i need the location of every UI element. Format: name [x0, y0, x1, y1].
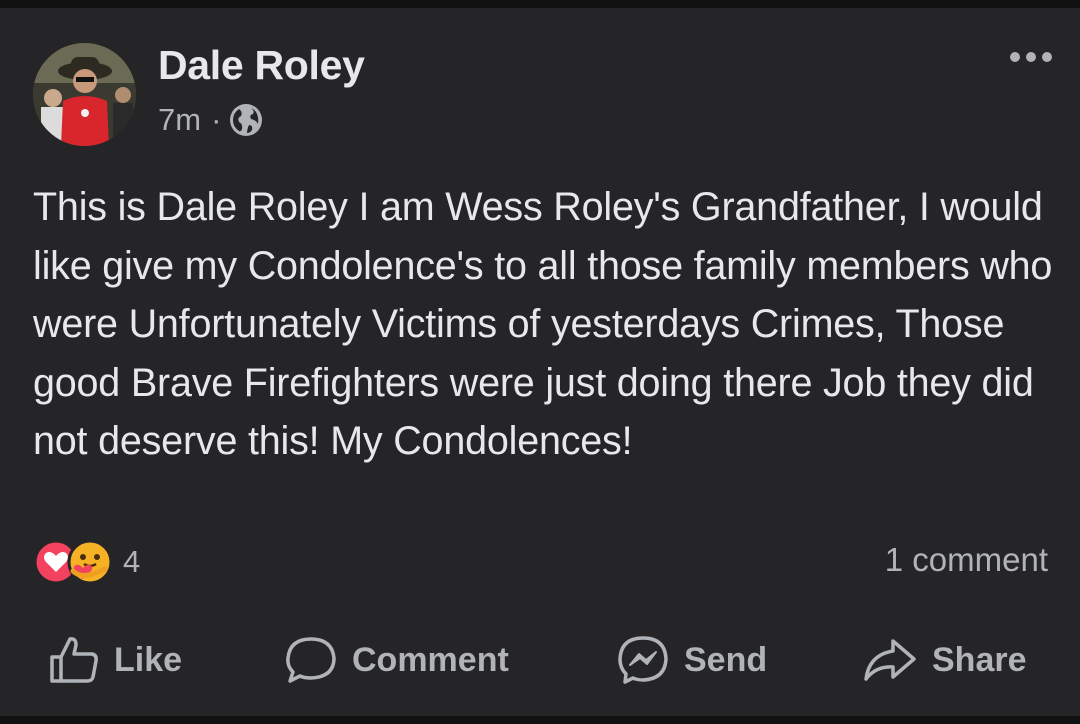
care-reaction-icon	[67, 539, 113, 585]
like-button[interactable]: Like	[48, 630, 182, 690]
reaction-icons	[33, 539, 113, 585]
post-card: Dale Roley 7m · This is Dale Roley I am …	[0, 8, 1080, 716]
reactions-summary[interactable]: 4	[33, 539, 141, 585]
like-label: Like	[114, 640, 183, 679]
more-dot	[1042, 52, 1052, 62]
author-name[interactable]: Dale Roley	[158, 42, 365, 89]
messenger-icon	[618, 636, 668, 684]
send-label: Send	[684, 640, 768, 679]
globe-icon[interactable]	[229, 103, 263, 137]
share-button[interactable]: Share	[862, 630, 1027, 690]
thumbs-up-icon	[50, 637, 98, 683]
author-avatar[interactable]	[33, 43, 136, 146]
avatar-photo	[33, 43, 136, 146]
action-bar: Like Comment Send Share	[0, 630, 1080, 690]
share-arrow-icon	[864, 639, 916, 681]
reaction-count: 4	[123, 544, 141, 579]
more-options-button[interactable]	[1010, 52, 1052, 62]
send-button[interactable]: Send	[616, 630, 767, 690]
comments-count-link[interactable]: 1 comment	[885, 541, 1048, 579]
post-body: This is Dale Roley I am Wess Roley's Gra…	[33, 185, 1053, 463]
comment-label: Comment	[352, 640, 509, 679]
comment-button[interactable]: Comment	[284, 630, 509, 690]
meta-separator: ·	[211, 102, 222, 137]
share-label: Share	[932, 640, 1027, 679]
more-dot	[1010, 52, 1020, 62]
comment-bubble-icon	[286, 637, 336, 683]
more-dot	[1026, 52, 1036, 62]
post-meta: 7m ·	[158, 100, 263, 140]
post-timestamp[interactable]: 7m	[158, 102, 201, 138]
